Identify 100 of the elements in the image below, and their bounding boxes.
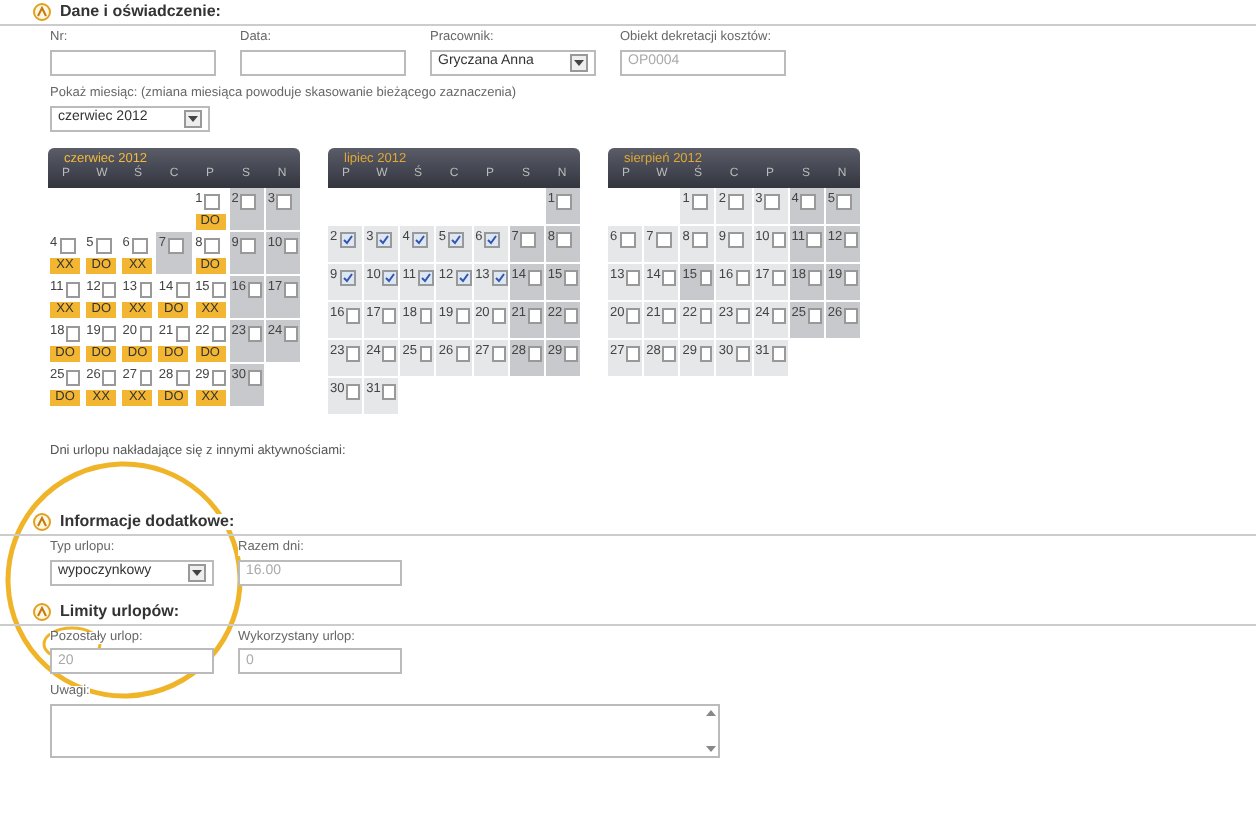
checkbox[interactable] (59, 237, 76, 254)
checkbox[interactable] (66, 369, 81, 386)
checkbox[interactable] (455, 269, 472, 286)
checkbox[interactable] (662, 269, 677, 286)
checkbox[interactable] (626, 307, 641, 324)
checkbox[interactable] (339, 231, 356, 248)
checkbox[interactable] (346, 307, 361, 324)
checkbox[interactable] (411, 231, 428, 248)
checkbox[interactable] (728, 231, 745, 248)
checkbox[interactable] (527, 345, 542, 362)
checkbox[interactable] (735, 307, 750, 324)
checkbox[interactable] (691, 193, 708, 210)
notes-field[interactable] (50, 703, 720, 758)
section-icon (32, 512, 52, 533)
checkbox[interactable] (175, 281, 190, 298)
checkbox[interactable] (556, 231, 573, 248)
checkbox[interactable] (771, 231, 786, 248)
checkbox[interactable] (382, 269, 399, 286)
checkbox[interactable] (102, 281, 117, 298)
checkbox[interactable] (556, 193, 573, 210)
section-icon (32, 601, 52, 622)
checkbox[interactable] (527, 307, 542, 324)
checkbox[interactable] (102, 325, 117, 342)
checkbox[interactable] (527, 269, 542, 286)
input-field[interactable] (240, 49, 406, 75)
checkbox[interactable] (484, 231, 501, 248)
checkbox[interactable] (247, 325, 262, 342)
section-title: Informacje dodatkowe: (60, 514, 235, 531)
checkbox[interactable] (455, 345, 470, 362)
checkbox[interactable] (139, 369, 153, 386)
checkbox[interactable] (95, 237, 112, 254)
checkbox[interactable] (448, 231, 465, 248)
checkbox[interactable] (655, 231, 672, 248)
checkbox[interactable] (339, 269, 356, 286)
checkbox[interactable] (844, 269, 858, 286)
checkbox[interactable] (771, 345, 786, 362)
checkbox[interactable] (728, 193, 745, 210)
checkbox[interactable] (491, 307, 506, 324)
checkbox[interactable] (771, 307, 786, 324)
checkbox[interactable] (168, 237, 185, 254)
checkbox[interactable] (66, 325, 81, 342)
checkbox[interactable] (626, 345, 641, 362)
checkbox[interactable] (491, 345, 506, 362)
checkbox[interactable] (382, 345, 397, 362)
checkbox[interactable] (211, 281, 226, 298)
checkbox[interactable] (65, 281, 81, 298)
checkbox[interactable] (844, 307, 858, 324)
input-field[interactable] (50, 49, 216, 75)
checkbox[interactable] (764, 193, 781, 210)
checkbox[interactable] (247, 281, 262, 298)
checkbox[interactable] (247, 369, 262, 386)
checkbox[interactable] (284, 237, 298, 254)
checkbox[interactable] (131, 237, 148, 254)
checkbox[interactable] (346, 383, 361, 400)
checkbox[interactable] (491, 269, 508, 286)
checkbox[interactable] (662, 345, 677, 362)
checkbox[interactable] (735, 345, 750, 362)
checkbox[interactable] (211, 369, 226, 386)
checkbox[interactable] (520, 231, 537, 248)
checkbox[interactable] (699, 307, 713, 324)
checkbox[interactable] (346, 345, 361, 362)
checkbox[interactable] (807, 307, 822, 324)
checkbox[interactable] (204, 193, 221, 210)
checkbox[interactable] (102, 369, 117, 386)
checkbox[interactable] (382, 383, 397, 400)
checkbox[interactable] (375, 231, 392, 248)
checkbox[interactable] (564, 307, 578, 324)
checkbox[interactable] (699, 269, 713, 286)
checkbox[interactable] (284, 325, 298, 342)
checkbox[interactable] (419, 345, 433, 362)
checkbox[interactable] (204, 237, 221, 254)
checkbox[interactable] (735, 269, 750, 286)
checkbox[interactable] (382, 307, 397, 324)
checkbox[interactable] (619, 231, 636, 248)
checkbox[interactable] (455, 307, 470, 324)
checkbox[interactable] (771, 269, 786, 286)
checkbox[interactable] (211, 325, 226, 342)
checkbox[interactable] (844, 231, 858, 248)
checkbox[interactable] (564, 345, 578, 362)
caret-icon (184, 110, 202, 128)
checkbox[interactable] (800, 193, 817, 210)
checkbox[interactable] (240, 237, 257, 254)
checkbox[interactable] (240, 193, 257, 210)
checkbox[interactable] (662, 307, 677, 324)
checkbox[interactable] (175, 325, 190, 342)
checkbox[interactable] (276, 193, 293, 210)
checkbox[interactable] (419, 307, 433, 324)
checkbox[interactable] (175, 369, 190, 386)
checkbox[interactable] (806, 231, 822, 248)
checkbox[interactable] (418, 269, 435, 286)
checkbox[interactable] (284, 281, 298, 298)
checkbox[interactable] (836, 193, 853, 210)
checkbox[interactable] (139, 325, 153, 342)
checkbox[interactable] (139, 281, 153, 298)
checkbox[interactable] (807, 269, 822, 286)
checkbox[interactable] (691, 231, 708, 248)
checkbox[interactable] (564, 269, 578, 286)
checkbox[interactable] (626, 269, 641, 286)
caret-icon (188, 563, 206, 582)
checkbox[interactable] (699, 345, 713, 362)
